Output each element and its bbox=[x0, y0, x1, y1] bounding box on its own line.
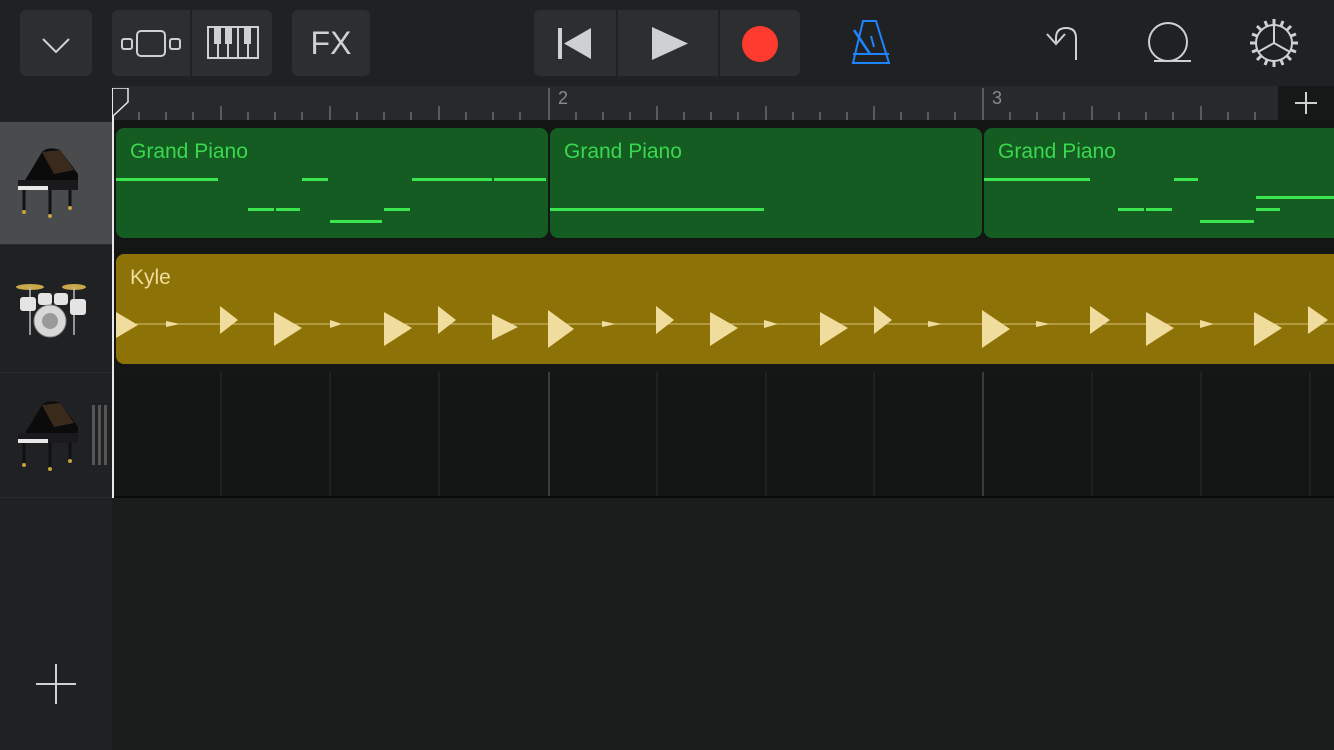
region-grand-piano-3[interactable]: Grand Piano bbox=[984, 128, 1334, 238]
bar-number-2: 2 bbox=[558, 88, 569, 108]
region-drummer[interactable]: Kyle bbox=[116, 254, 1334, 364]
skip-back-icon bbox=[558, 28, 591, 59]
chevron-down-icon bbox=[42, 38, 70, 54]
go-to-beginning-button[interactable] bbox=[534, 10, 616, 76]
grand-piano-icon bbox=[18, 401, 78, 471]
region-grand-piano-2[interactable]: Grand Piano bbox=[550, 128, 982, 238]
play-button[interactable] bbox=[618, 10, 718, 76]
drum-pattern bbox=[116, 306, 1334, 348]
add-track-button[interactable] bbox=[28, 656, 84, 712]
loop-icon bbox=[1148, 22, 1191, 62]
record-button[interactable] bbox=[720, 10, 800, 76]
playhead-handle[interactable] bbox=[112, 88, 130, 120]
region-label: Grand Piano bbox=[130, 140, 248, 163]
tracks-view-button[interactable] bbox=[112, 10, 190, 76]
track-header-grand-piano-1[interactable] bbox=[0, 122, 112, 244]
level-meter bbox=[104, 405, 107, 465]
toolbar: FX bbox=[0, 0, 1334, 86]
tracks-view-icon bbox=[121, 30, 181, 57]
metronome-button[interactable] bbox=[846, 14, 896, 70]
record-icon bbox=[742, 26, 778, 62]
play-icon bbox=[652, 27, 688, 60]
empty-area bbox=[112, 498, 1334, 750]
gear-icon bbox=[1250, 19, 1298, 67]
playhead[interactable] bbox=[112, 88, 114, 498]
region-grand-piano-1[interactable]: Grand Piano bbox=[116, 128, 548, 238]
drum-kit-icon bbox=[16, 284, 86, 338]
undo-icon bbox=[1046, 26, 1077, 60]
keyboard-button[interactable] bbox=[192, 10, 272, 76]
track-header-drums[interactable] bbox=[0, 244, 112, 373]
undo-button[interactable] bbox=[1038, 18, 1088, 68]
track-lane-grand-piano-2 bbox=[112, 372, 1334, 496]
settings-button[interactable] bbox=[1248, 17, 1300, 69]
plus-icon bbox=[1295, 92, 1317, 114]
track-header-grand-piano-2[interactable] bbox=[0, 372, 112, 498]
region-label: Grand Piano bbox=[564, 140, 682, 163]
level-meter bbox=[92, 405, 95, 465]
keyboard-icon bbox=[207, 26, 259, 59]
level-meter bbox=[98, 405, 101, 465]
bar-number-3: 3 bbox=[992, 88, 1003, 108]
region-label: Grand Piano bbox=[998, 140, 1116, 163]
fx-button[interactable]: FX bbox=[292, 10, 370, 76]
grand-piano-icon bbox=[18, 148, 78, 218]
add-section-button[interactable] bbox=[1288, 86, 1324, 120]
metronome-icon bbox=[851, 20, 891, 64]
tracks-menu-button[interactable] bbox=[20, 10, 92, 76]
plus-icon bbox=[36, 664, 76, 704]
timeline-ruler[interactable] bbox=[112, 86, 1278, 120]
loop-browser-button[interactable] bbox=[1142, 18, 1196, 68]
